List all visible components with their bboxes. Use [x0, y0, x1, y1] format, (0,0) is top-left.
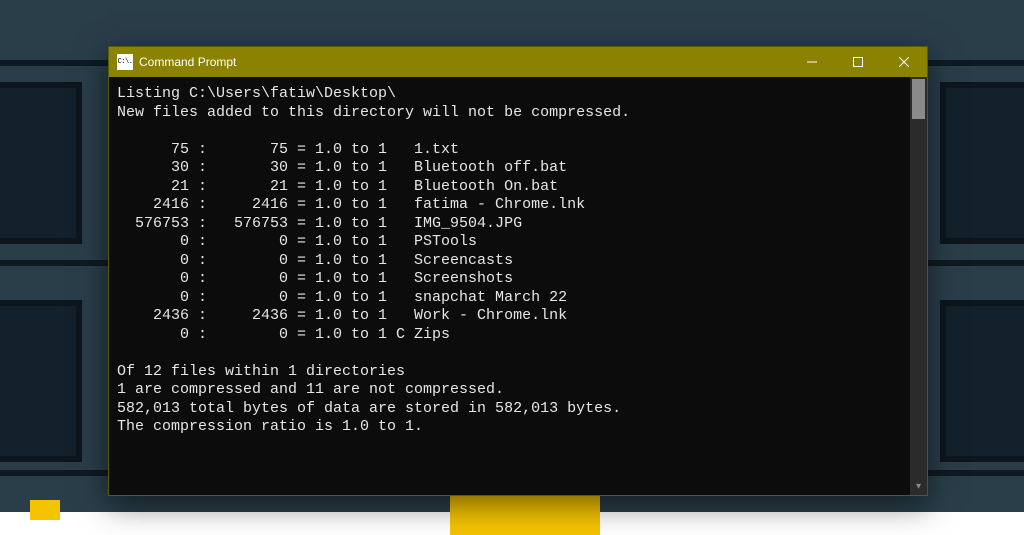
window-title: Command Prompt: [139, 55, 236, 69]
terminal-output[interactable]: Listing C:\Users\fatiw\Desktop\ New file…: [109, 77, 910, 495]
titlebar[interactable]: C:\. Command Prompt: [109, 47, 927, 77]
vertical-scrollbar[interactable]: ▾: [910, 77, 927, 495]
scrollbar-thumb[interactable]: [912, 79, 925, 119]
minimize-button[interactable]: [789, 47, 835, 77]
scroll-down-arrow-icon[interactable]: ▾: [910, 478, 927, 495]
cmd-icon: C:\.: [117, 54, 133, 70]
command-prompt-window: C:\. Command Prompt Listing C:\Users\fat…: [108, 46, 928, 496]
maximize-button[interactable]: [835, 47, 881, 77]
close-button[interactable]: [881, 47, 927, 77]
